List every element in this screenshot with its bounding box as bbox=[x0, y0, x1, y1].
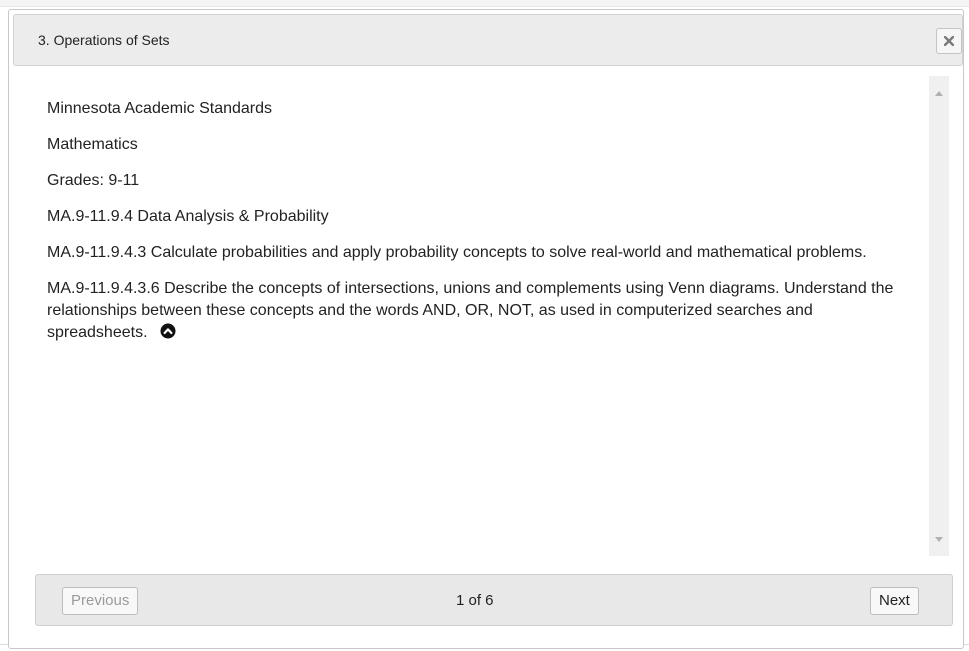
scroll-up-arrow-icon[interactable] bbox=[935, 91, 943, 96]
standard-grades: Grades: 9-11 bbox=[47, 172, 140, 189]
standard-benchmark: MA.9-11.9.4.3 Calculate probabilities an… bbox=[47, 244, 867, 261]
next-button[interactable]: Next bbox=[870, 587, 919, 615]
close-button[interactable] bbox=[936, 28, 962, 54]
content-scrollbar[interactable] bbox=[929, 76, 949, 556]
scroll-down-arrow-icon[interactable] bbox=[935, 537, 943, 542]
previous-button[interactable]: Previous bbox=[62, 587, 139, 615]
standard-strand: MA.9-11.9.4 Data Analysis & Probability bbox=[47, 208, 329, 225]
standard-source: Minnesota Academic Standards bbox=[47, 100, 273, 117]
dialog-footer: Previous 1 of 6 Next bbox=[35, 574, 953, 626]
page-indicator: 1 of 6 bbox=[456, 592, 494, 609]
standard-description: MA.9-11.9.4.3.6 Describe the concepts of… bbox=[47, 278, 905, 344]
chevron-up-circle-icon[interactable] bbox=[160, 323, 176, 339]
dialog-titlebar: 3. Operations of Sets bbox=[13, 14, 963, 66]
standards-dialog: 3. Operations of Sets Minnesota Academic… bbox=[8, 9, 964, 649]
dialog-title: 3. Operations of Sets bbox=[38, 32, 170, 48]
standard-subject: Mathematics bbox=[47, 136, 138, 153]
dialog-content: Minnesota Academic Standards Mathematics… bbox=[47, 98, 905, 358]
close-icon bbox=[944, 36, 954, 46]
background-table-edge-top bbox=[0, 0, 969, 7]
